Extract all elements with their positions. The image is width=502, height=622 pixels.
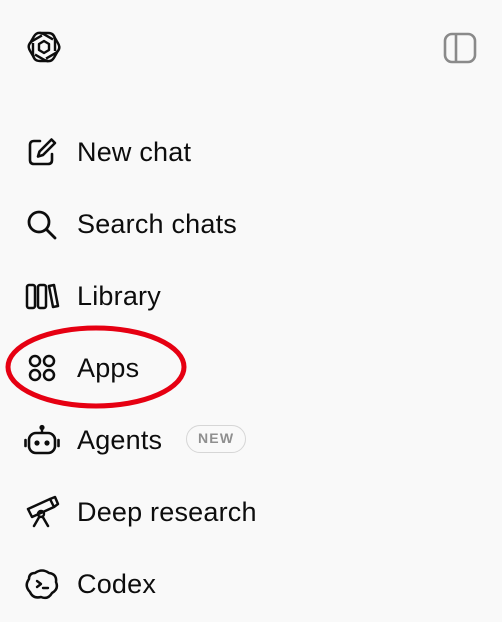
new-chat-button[interactable]: New chat [0,122,502,182]
openai-logo-icon[interactable] [22,25,66,69]
pencil-square-icon [24,136,60,168]
library-button[interactable]: Library [0,266,502,326]
apps-button[interactable]: Apps [0,338,502,398]
library-books-icon [24,280,60,312]
apps-grid-icon [24,352,60,384]
telescope-icon [24,495,60,528]
robot-icon [24,424,60,456]
codex-button[interactable]: Codex [0,554,502,614]
deep-research-button[interactable]: Deep research [0,482,502,542]
search-icon [24,208,60,240]
nav-label-apps: Apps [77,353,140,383]
agents-button[interactable]: Agents NEW [0,410,502,470]
sidebar-header [0,0,502,96]
nav-label-new-chat: New chat [77,137,192,167]
nav-label-deep-research: Deep research [77,497,257,527]
nav-label-search-chats: Search chats [77,209,237,239]
nav-label-codex: Codex [77,569,157,599]
search-chats-button[interactable]: Search chats [0,194,502,254]
codex-cloud-icon [24,568,60,600]
nav-label-library: Library [77,281,161,311]
sidebar-toggle-icon[interactable] [442,31,478,65]
nav-label-agents: Agents [77,425,163,455]
new-badge: NEW [186,425,247,453]
